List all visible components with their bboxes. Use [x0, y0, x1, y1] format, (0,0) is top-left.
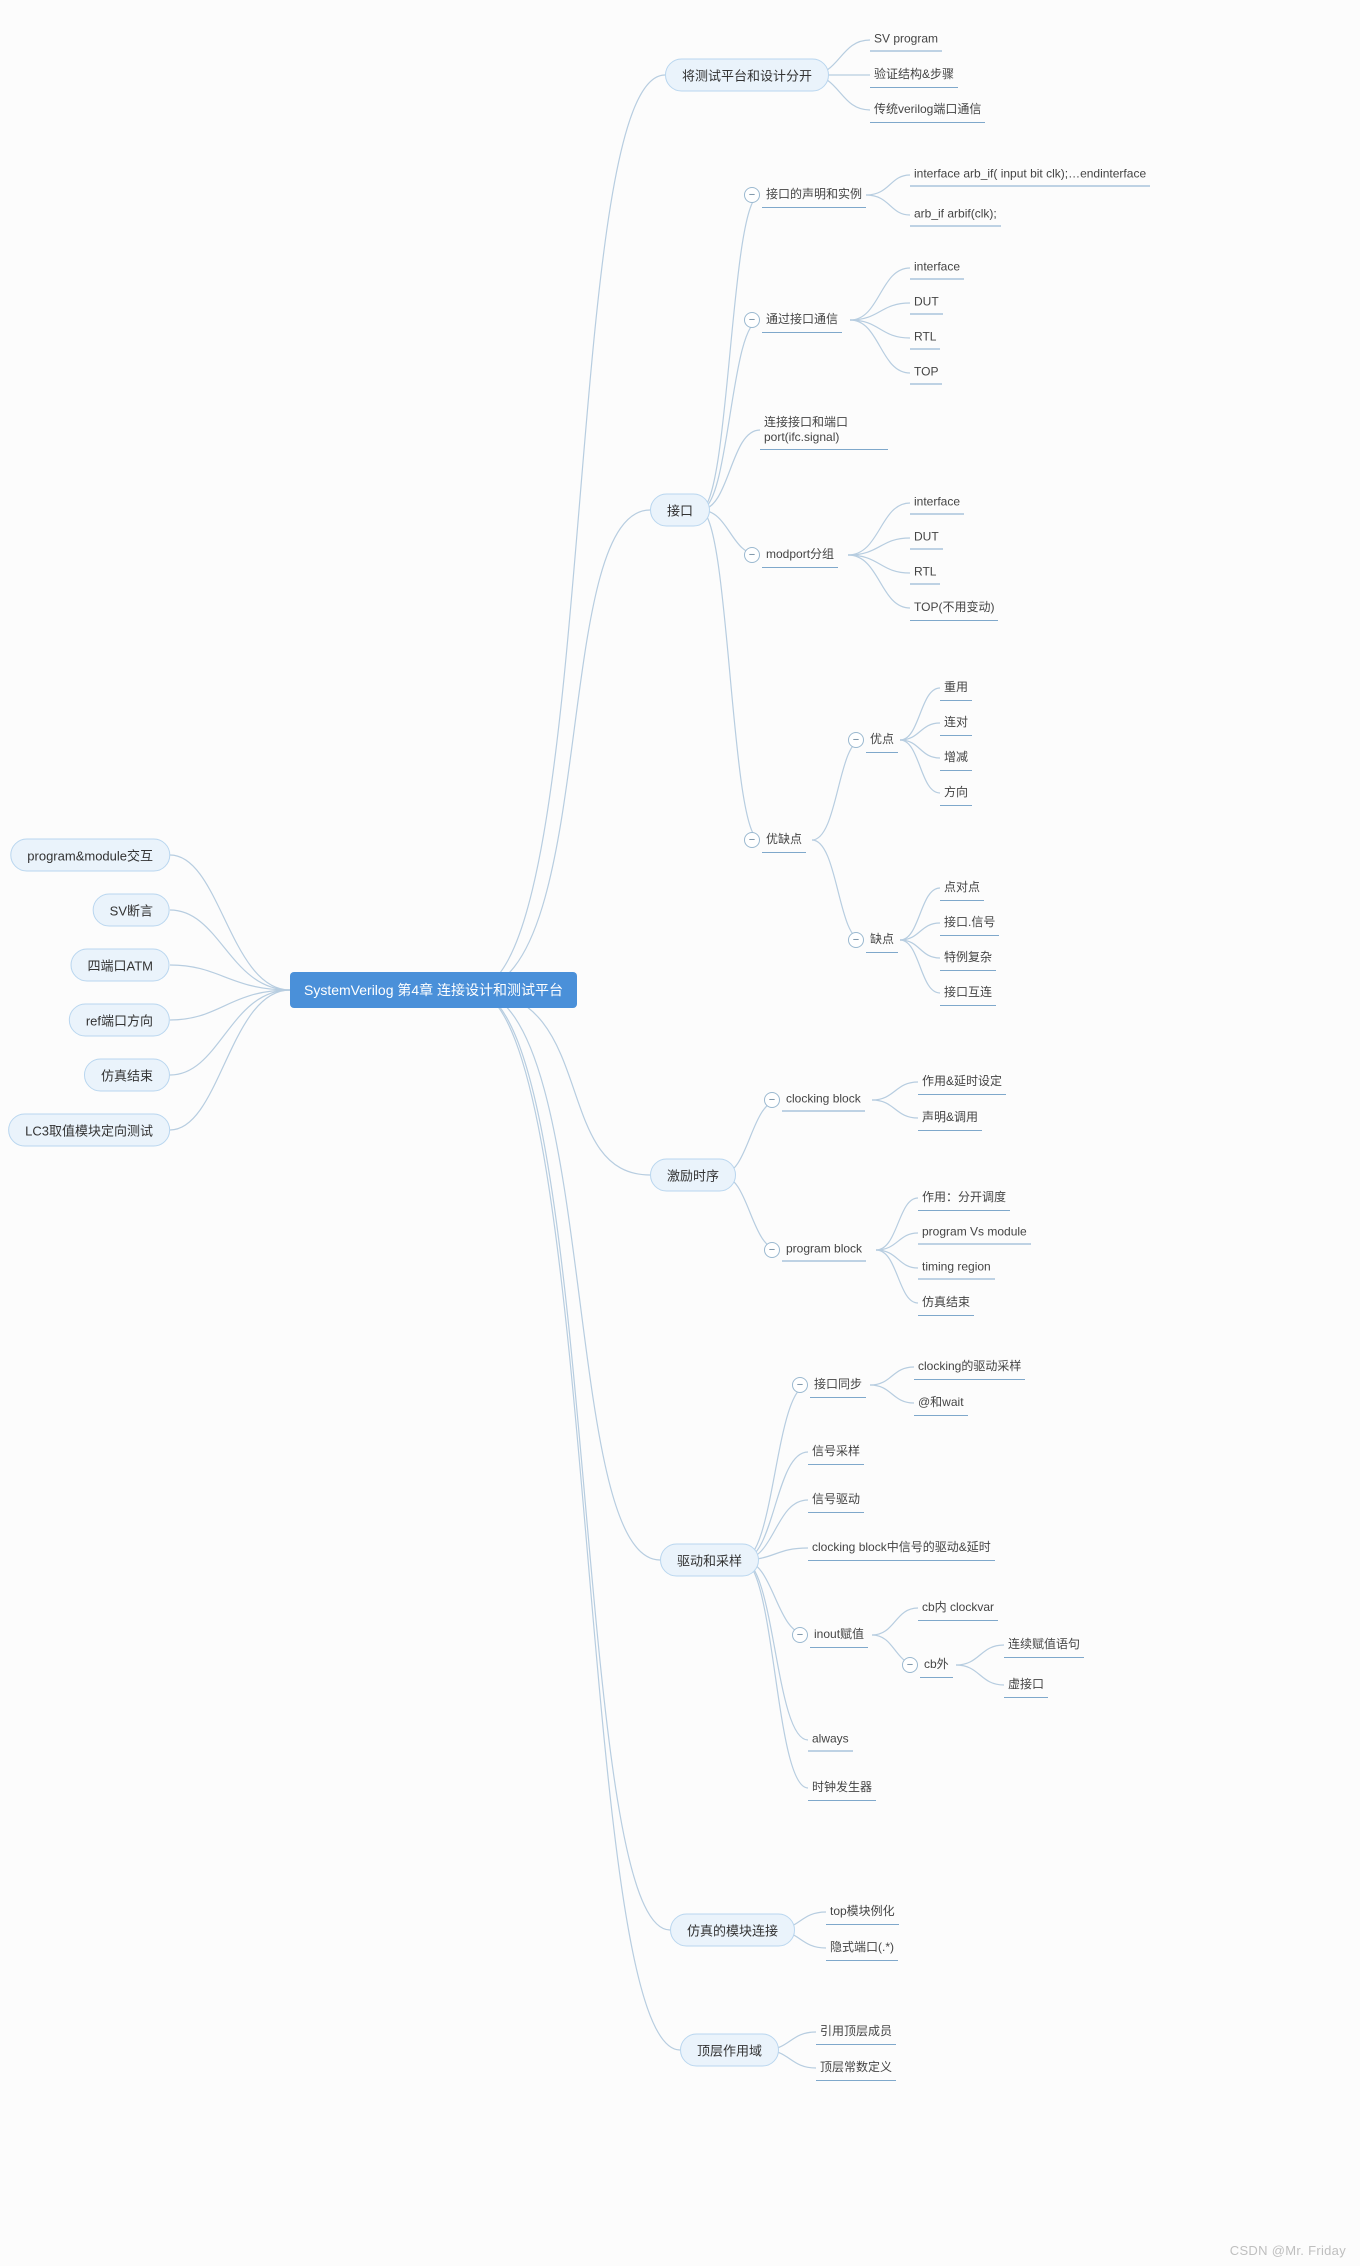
- left-program-module[interactable]: program&module交互: [10, 839, 170, 872]
- node-inout[interactable]: inout赋值: [810, 1622, 868, 1648]
- branch-interface[interactable]: 接口: [650, 494, 710, 527]
- leaf-verify-struct[interactable]: 验证结构&步骤: [870, 62, 958, 88]
- leaf-connect-port[interactable]: 连接接口和端口port(ifc.signal): [760, 410, 888, 450]
- node-pros[interactable]: 优点: [866, 727, 898, 753]
- leaf-cbout-1[interactable]: 连续赋值语句: [1004, 1632, 1084, 1658]
- left-sim-end[interactable]: 仿真结束: [84, 1059, 170, 1092]
- node-ifc-comm[interactable]: 通过接口通信: [762, 307, 842, 333]
- watermark: CSDN @Mr. Friday: [1230, 2243, 1346, 2258]
- leaf-ifc-comm-1[interactable]: interface: [910, 257, 964, 280]
- leaf-cbout-2[interactable]: 虚接口: [1004, 1672, 1048, 1698]
- root-node[interactable]: SystemVerilog 第4章 连接设计和测试平台: [290, 972, 577, 1008]
- branch-stimulus-timing[interactable]: 激励时序: [650, 1159, 736, 1192]
- leaf-sync-2[interactable]: @和wait: [914, 1390, 968, 1416]
- collapse-icon[interactable]: −: [744, 312, 760, 328]
- branch-sim-module-connect[interactable]: 仿真的模块连接: [670, 1914, 795, 1947]
- node-ifc-decl[interactable]: 接口的声明和实例: [762, 182, 866, 208]
- left-atm[interactable]: 四端口ATM: [71, 949, 170, 982]
- leaf-modport-1[interactable]: interface: [910, 492, 964, 515]
- node-pros-cons[interactable]: 优缺点: [762, 827, 806, 853]
- collapse-icon[interactable]: −: [764, 1242, 780, 1258]
- collapse-icon[interactable]: −: [848, 932, 864, 948]
- branch-drive-sample[interactable]: 驱动和采样: [660, 1544, 759, 1577]
- leaf-inout-cbin[interactable]: cb内 clockvar: [918, 1595, 998, 1621]
- leaf-ifc-comm-3[interactable]: RTL: [910, 327, 940, 350]
- node-program-block[interactable]: program block: [782, 1239, 866, 1262]
- leaf-ref-top[interactable]: 引用顶层成员: [816, 2019, 896, 2045]
- leaf-con-4[interactable]: 接口互连: [940, 980, 996, 1006]
- leaf-pro-1[interactable]: 重用: [940, 675, 972, 701]
- leaf-ifc-code1[interactable]: interface arb_if( input bit clk);…endint…: [910, 164, 1150, 187]
- leaf-clockgen[interactable]: 时钟发生器: [808, 1775, 876, 1801]
- leaf-pb-2[interactable]: program Vs module: [918, 1222, 1031, 1245]
- leaf-ifc-comm-4[interactable]: TOP: [910, 362, 942, 385]
- leaf-con-2[interactable]: 接口.信号: [940, 910, 999, 936]
- leaf-modport-4[interactable]: TOP(不用变动): [910, 595, 998, 621]
- collapse-icon[interactable]: −: [744, 187, 760, 203]
- leaf-sync-1[interactable]: clocking的驱动采样: [914, 1354, 1025, 1380]
- collapse-icon[interactable]: −: [744, 832, 760, 848]
- left-lc3[interactable]: LC3取值模块定向测试: [8, 1114, 170, 1147]
- node-cons[interactable]: 缺点: [866, 927, 898, 953]
- leaf-cb-1[interactable]: 作用&延时设定: [918, 1069, 1006, 1095]
- leaf-ifc-comm-2[interactable]: DUT: [910, 292, 943, 315]
- leaf-con-3[interactable]: 特例复杂: [940, 945, 996, 971]
- leaf-modport-2[interactable]: DUT: [910, 527, 943, 550]
- leaf-modport-3[interactable]: RTL: [910, 562, 940, 585]
- collapse-icon[interactable]: −: [764, 1092, 780, 1108]
- branch-top-scope[interactable]: 顶层作用域: [680, 2034, 779, 2067]
- collapse-icon[interactable]: −: [902, 1657, 918, 1673]
- leaf-pb-3[interactable]: timing region: [918, 1257, 995, 1280]
- node-clocking-block[interactable]: clocking block: [782, 1089, 865, 1112]
- node-inout-cbout[interactable]: cb外: [920, 1652, 953, 1678]
- left-sv-assert[interactable]: SV断言: [93, 894, 170, 927]
- left-ref-port[interactable]: ref端口方向: [69, 1004, 170, 1037]
- leaf-cb-signal-drive[interactable]: clocking block中信号的驱动&延时: [808, 1535, 995, 1561]
- leaf-sv-program[interactable]: SV program: [870, 29, 942, 52]
- leaf-pro-4[interactable]: 方向: [940, 780, 972, 806]
- leaf-pro-2[interactable]: 连对: [940, 710, 972, 736]
- collapse-icon[interactable]: −: [848, 732, 864, 748]
- leaf-cb-2[interactable]: 声明&调用: [918, 1105, 982, 1131]
- collapse-icon[interactable]: −: [792, 1377, 808, 1393]
- collapse-icon[interactable]: −: [744, 547, 760, 563]
- leaf-top-const[interactable]: 顶层常数定义: [816, 2055, 896, 2081]
- node-ifc-sync[interactable]: 接口同步: [810, 1372, 866, 1398]
- leaf-sample[interactable]: 信号采样: [808, 1439, 864, 1465]
- leaf-pb-4[interactable]: 仿真结束: [918, 1290, 974, 1316]
- leaf-con-1[interactable]: 点对点: [940, 875, 984, 901]
- collapse-icon[interactable]: −: [792, 1627, 808, 1643]
- leaf-top-inst[interactable]: top模块例化: [826, 1899, 899, 1925]
- leaf-pb-1[interactable]: 作用：分开调度: [918, 1185, 1010, 1211]
- node-modport[interactable]: modport分组: [762, 542, 838, 568]
- leaf-ifc-code2[interactable]: arb_if arbif(clk);: [910, 204, 1001, 227]
- branch-separate-tb-design[interactable]: 将测试平台和设计分开: [665, 59, 829, 92]
- leaf-pro-3[interactable]: 增减: [940, 745, 972, 771]
- leaf-always[interactable]: always: [808, 1729, 853, 1752]
- leaf-traditional-port[interactable]: 传统verilog端口通信: [870, 97, 985, 123]
- leaf-drive[interactable]: 信号驱动: [808, 1487, 864, 1513]
- leaf-implicit-port[interactable]: 隐式端口(.*): [826, 1935, 898, 1961]
